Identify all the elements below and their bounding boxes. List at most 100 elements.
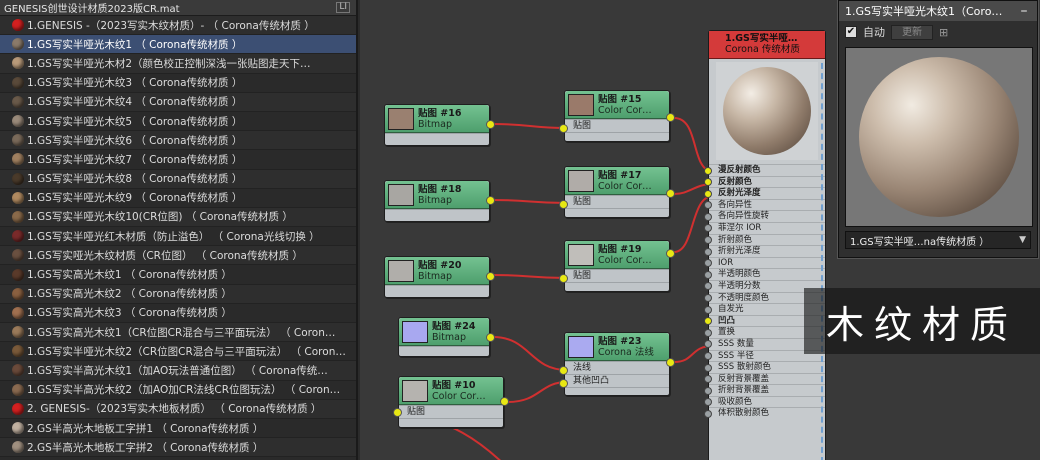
slot-input-port[interactable]	[704, 236, 712, 245]
slot-input-port[interactable]	[704, 247, 712, 256]
material-list-item[interactable]: 1.GS写实半哑光木材2（颜色校正控制深浅一张贴图走天下…	[0, 54, 356, 74]
output-port[interactable]	[500, 397, 509, 406]
slot-input-port[interactable]	[704, 409, 712, 418]
material-list-item[interactable]: 1.GS写实半哑光木纹10(CR位图) （ Corona传统材质 ）	[0, 207, 356, 228]
slot-input-port[interactable]	[704, 352, 712, 360]
material-list-item[interactable]: 1.GS写实半哑光木纹8 （ Corona传统材质 ）	[0, 169, 356, 189]
material-list-item[interactable]: 1.GS写实半高光木纹1（加AO玩法普通位图） （ Corona传统…	[0, 361, 356, 381]
output-port[interactable]	[486, 120, 495, 129]
material-slot[interactable]: 折射颜色	[704, 233, 825, 246]
material-list-item[interactable]: 1.GS写实半哑光木纹3 （ Corona传统材质 ）	[0, 73, 356, 93]
update-button[interactable]: 更新	[891, 24, 933, 40]
material-list-item[interactable]: 1.GS写实半哑光木纹5 （ Corona传统材质 ）	[0, 111, 356, 132]
pin-icon[interactable]: ⊞	[939, 26, 948, 39]
minimize-icon[interactable]: –	[1017, 4, 1031, 18]
material-list-item[interactable]: 1.GS写实半高光木纹2（加AO加CR法线CR位图玩法） （ Coron…	[0, 380, 356, 400]
slot-input-port[interactable]	[704, 189, 712, 198]
material-slot[interactable]: 菲涅尔 IOR	[704, 221, 825, 234]
slot-input-port[interactable]	[704, 282, 712, 291]
material-list-item[interactable]: 1.GS写实半哑光木纹1 （ Corona传统材质 ）	[0, 35, 356, 55]
slot-input-port[interactable]	[704, 328, 712, 337]
slot-input-port[interactable]	[704, 340, 712, 349]
material-list-item[interactable]: 1.GS写实半哑光木纹2（CR位图CR混合与三平面玩法） （ Coron…	[0, 342, 356, 362]
material-slot[interactable]: 折射背景覆盖	[704, 384, 825, 396]
input-port[interactable]	[559, 274, 568, 283]
material-slot[interactable]: 吸收颜色	[704, 395, 825, 408]
material-list-item[interactable]: 1.GS写实高光木纹2 （ Corona传统材质 ）	[0, 284, 356, 304]
material-slot[interactable]: 反射颜色	[704, 175, 825, 188]
material-list-item[interactable]: 1.GS写实半哑光木纹4 （ Corona传统材质 ）	[0, 92, 356, 112]
output-port[interactable]	[666, 358, 675, 367]
material-list-item[interactable]: 2.GS半高光木地板工字拼2 （ Corona传统材质 ）	[0, 438, 356, 458]
output-port[interactable]	[486, 333, 495, 342]
node-colorcorrect-19[interactable]: 贴图 #19 Color Cor… 贴图	[559, 240, 675, 292]
slot-input-port[interactable]	[704, 398, 712, 407]
material-list-item[interactable]: 1.GS写实哑光木纹材质（CR位图） （ Corona传统材质 ）	[0, 246, 356, 266]
input-slot-map[interactable]: 贴图	[565, 119, 669, 132]
material-slot[interactable]: 体积散射颜色	[704, 407, 825, 419]
output-port[interactable]	[666, 189, 675, 198]
material-slot[interactable]: 各向异性旋转	[704, 210, 825, 222]
material-slot[interactable]: 漫反射颜色	[704, 164, 825, 176]
material-list-item[interactable]: 1.GENESIS -（2023写实木纹材质）- （ Corona传统材质 ）	[0, 16, 356, 36]
input-port[interactable]	[393, 408, 402, 417]
material-list-item[interactable]: 1.GS写实半哑光木纹7 （ Corona传统材质 ）	[0, 150, 356, 170]
slot-input-port[interactable]	[704, 178, 712, 187]
input-slot-map[interactable]: 贴图	[565, 269, 669, 282]
material-list-item[interactable]: 1.GS写实半哑光木纹9 （ Corona传统材质 ）	[0, 188, 356, 208]
node-bitmap-16[interactable]: 贴图 #16 Bitmap	[384, 104, 495, 146]
input-slot-normal[interactable]: 法线	[565, 361, 669, 374]
material-list-item[interactable]: 1.GS写实半哑光红木材质（防止溢色） （ Corona光线切换 ）	[0, 227, 356, 247]
preview-material-dropdown[interactable]: 1.GS写实半哑…na传统材质 ） ▼	[845, 231, 1031, 249]
node-corona-material[interactable]: 1.GS写实半哑… Corona 传统材质 漫反射颜色 反射颜色 反射光泽度 各向异性…	[704, 30, 829, 460]
material-slot[interactable]: 各向异性	[704, 198, 825, 211]
material-slot[interactable]: 反射背景覆盖	[704, 372, 825, 385]
material-slot[interactable]: IOR	[704, 256, 825, 269]
slot-input-port[interactable]	[704, 224, 712, 233]
output-port[interactable]	[666, 113, 675, 122]
material-list-item[interactable]: 1.GS写实半哑光木纹6 （ Corona传统材质 ）	[0, 131, 356, 151]
slot-input-port[interactable]	[704, 201, 712, 210]
slot-input-port[interactable]	[704, 317, 712, 326]
material-slot[interactable]: 反射光泽度	[704, 187, 825, 199]
node-colorcorrect-10[interactable]: 贴图 #10 Color Cor… 贴图	[393, 376, 509, 428]
slot-input-port[interactable]	[704, 363, 712, 372]
slot-input-port[interactable]	[704, 270, 712, 279]
material-list-item[interactable]: 1.GS写实高光木纹1（CR位图CR混合与三平面玩法） （ Coron…	[0, 323, 356, 343]
slot-input-port[interactable]	[704, 259, 712, 268]
node-bitmap-20[interactable]: 贴图 #20 Bitmap	[384, 256, 495, 298]
node-bitmap-18[interactable]: 贴图 #18 Bitmap	[384, 180, 495, 222]
slot-input-port[interactable]	[704, 212, 712, 221]
material-list-item[interactable]: 1.GS写实高光木纹1 （ Corona传统材质 ）	[0, 265, 356, 285]
auto-update-checkbox[interactable]: ✔	[845, 26, 857, 38]
slot-input-port[interactable]	[704, 305, 712, 314]
node-selection-outline	[821, 63, 829, 460]
output-port[interactable]	[486, 196, 495, 205]
material-list-item[interactable]: 1.GS写实高光木纹3 （ Corona传统材质 ）	[0, 303, 356, 323]
input-port-normal[interactable]	[559, 366, 568, 375]
input-port-bump[interactable]	[559, 379, 568, 388]
slot-input-port[interactable]	[704, 386, 712, 395]
input-slot-additional-bump[interactable]: 其他凹凸	[565, 374, 669, 387]
input-slot-map[interactable]: 贴图	[399, 405, 503, 418]
material-list-item[interactable]: 2. GENESIS-（2023写实木地板材质） （ Corona传统材质 ）	[0, 399, 356, 419]
input-port[interactable]	[559, 124, 568, 133]
material-slot[interactable]: SSS 散射颜色	[704, 361, 825, 373]
node-colorcorrect-17[interactable]: 贴图 #17 Color Cor… 贴图	[559, 166, 675, 218]
slot-input-port[interactable]	[704, 375, 712, 384]
slot-input-port[interactable]	[704, 166, 712, 175]
slot-input-port[interactable]	[704, 294, 712, 303]
output-port[interactable]	[486, 272, 495, 281]
material-preview-window[interactable]: 1.GS写实半哑光木纹1（Coro… – ✔ 自动 更新 ⊞ 1.GS写实半哑……	[838, 0, 1038, 258]
input-slot-map[interactable]: 贴图	[565, 195, 669, 208]
material-slot[interactable]: 半透明颜色	[704, 268, 825, 280]
node-colorcorrect-15[interactable]: 贴图 #15 Color Cor… 贴图	[559, 90, 675, 142]
node-bitmap-24[interactable]: 贴图 #24 Bitmap	[398, 317, 495, 357]
panel-options-icon[interactable]: LI	[336, 2, 350, 13]
input-port[interactable]	[559, 200, 568, 209]
material-slot[interactable]: 折射光泽度	[704, 245, 825, 257]
preview-title-bar[interactable]: 1.GS写实半哑光木纹1（Coro… –	[839, 1, 1037, 21]
node-corona-normal-23[interactable]: 贴图 #23 Corona 法线 法线 其他凹凸	[559, 332, 675, 396]
output-port[interactable]	[666, 249, 675, 258]
material-list-item[interactable]: 2.GS半高光木地板工字拼1 （ Corona传统材质 ）	[0, 418, 356, 439]
